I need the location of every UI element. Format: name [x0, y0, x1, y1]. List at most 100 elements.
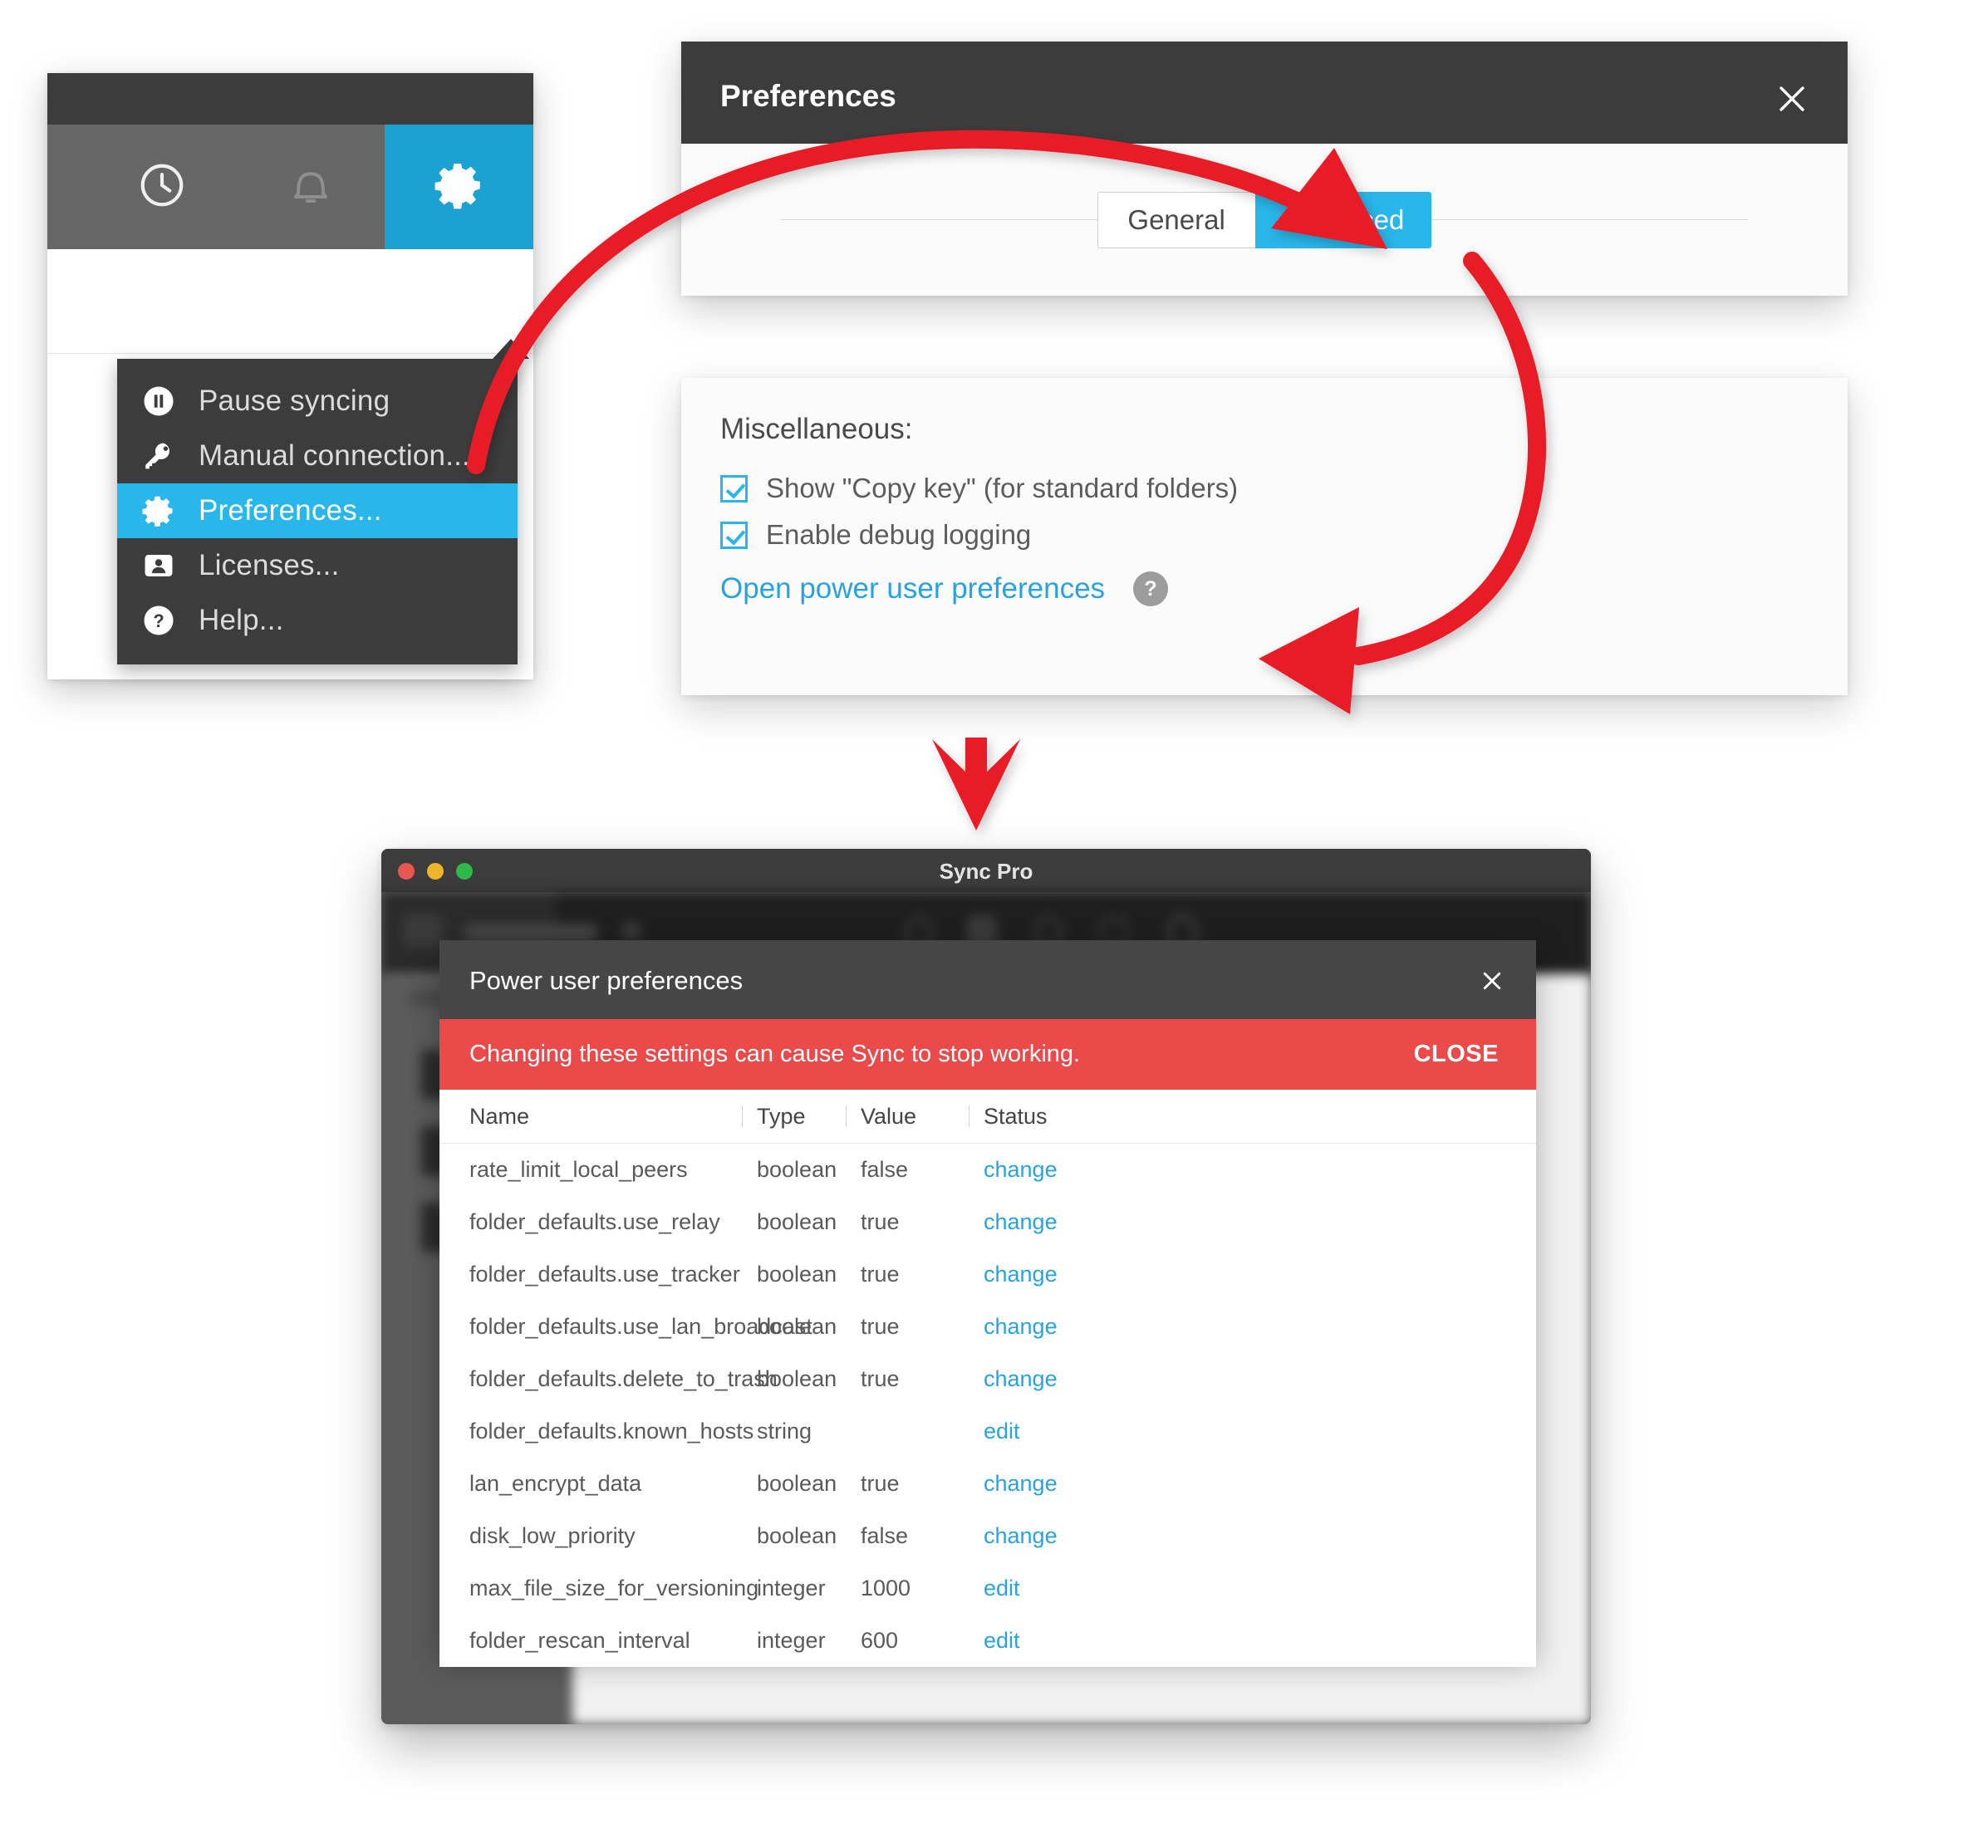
menu-item-label: Licenses...	[199, 549, 340, 581]
status-action-link[interactable]: edit	[984, 1628, 1150, 1654]
tray-titlebar	[47, 73, 533, 125]
settings-button[interactable]	[385, 125, 533, 249]
cell-type: boolean	[757, 1157, 837, 1182]
checkbox-show-copy-key[interactable]	[720, 474, 748, 502]
clock-icon	[136, 159, 188, 215]
tray-window: Pause syncing Manual connection... Prefe…	[47, 73, 533, 679]
menu-item-licenses[interactable]: Licenses...	[117, 538, 518, 593]
tab-general[interactable]: General	[1097, 191, 1255, 248]
table-header-row: Name Type Value Status	[439, 1090, 1536, 1144]
status-action-link[interactable]: change	[984, 1523, 1150, 1549]
checkbox-row-show-copy-key[interactable]: Show "Copy key" (for standard folders)	[720, 473, 1238, 504]
cell-name: lan_encrypt_data	[469, 1471, 642, 1496]
cell-name: folder_defaults.known_hosts	[469, 1419, 754, 1444]
status-action-link[interactable]: change	[984, 1471, 1150, 1497]
close-icon[interactable]	[1768, 75, 1816, 123]
cell-value: true	[861, 1209, 900, 1234]
table-row: max_file_size_for_versioning integer 1000 e…	[439, 1562, 1536, 1615]
cell-name: folder_rescan_interval	[469, 1628, 690, 1653]
power-user-titlebar: Power user preferences	[439, 940, 1536, 1019]
cell-type: boolean	[757, 1209, 837, 1234]
sync-pro-titlebar: Sync Pro	[381, 849, 1591, 892]
close-icon[interactable]	[1475, 963, 1509, 998]
cell-value: true	[861, 1262, 900, 1287]
screenshot-canvas: Pause syncing Manual connection... Prefe…	[0, 0, 1988, 1848]
menu-item-manual-connection[interactable]: Manual connection...	[117, 429, 518, 483]
cell-name: folder_defaults.delete_to_trash	[469, 1366, 778, 1391]
menu-item-help[interactable]: ? Help...	[117, 593, 518, 648]
notifications-button[interactable]	[236, 125, 385, 249]
help-icon[interactable]: ?	[1133, 571, 1169, 606]
warning-banner: Changing these settings can cause Sync t…	[439, 1019, 1536, 1090]
tab-group: General Advanced	[1097, 191, 1432, 248]
cell-name: max_file_size_for_versioning	[469, 1576, 759, 1600]
table-row: folder_defaults.use_tracker boolean true ch…	[439, 1248, 1536, 1301]
power-user-link-row: Open power user preferences ?	[720, 571, 1169, 606]
table-row: folder_defaults.use_relay boolean true chan…	[439, 1196, 1536, 1248]
menu-caret	[493, 339, 529, 359]
cell-value: 600	[861, 1628, 899, 1653]
settings-dropdown-menu: Pause syncing Manual connection... Prefe…	[117, 359, 518, 664]
table-row: folder_defaults.use_lan_broadcast boolean…	[439, 1301, 1536, 1353]
tab-advanced[interactable]: Advanced	[1254, 191, 1432, 248]
svg-text:?: ?	[153, 610, 164, 631]
background-toolbar-icon	[622, 922, 641, 940]
status-action-link[interactable]: change	[984, 1209, 1150, 1235]
warning-text: Changing these settings can cause Sync t…	[469, 1041, 1081, 1067]
cell-name: disk_low_priority	[469, 1523, 636, 1548]
cell-type: boolean	[757, 1262, 837, 1287]
status-action-link[interactable]: change	[984, 1314, 1150, 1340]
power-user-preferences-dialog: Power user preferences Changing these se…	[439, 940, 1536, 1667]
menu-item-pause-syncing[interactable]: Pause syncing	[117, 374, 518, 429]
menu-item-preferences[interactable]: Preferences...	[117, 483, 518, 538]
cell-name: folder_defaults.use_lan_broadcast	[469, 1314, 812, 1339]
tab-rule-right	[1431, 219, 1748, 220]
column-header-value: Value	[846, 1104, 984, 1130]
checkbox-label: Show "Copy key" (for standard folders)	[766, 473, 1239, 503]
cell-type: boolean	[757, 1314, 837, 1339]
key-icon	[140, 438, 177, 474]
cell-name: rate_limit_local_peers	[469, 1157, 688, 1182]
dialog-title: Power user preferences	[469, 966, 744, 995]
open-power-user-preferences-link[interactable]: Open power user preferences	[720, 572, 1105, 605]
gear-icon	[140, 493, 177, 529]
table-row: disk_low_priority boolean false change	[439, 1510, 1536, 1562]
cell-type: string	[757, 1419, 812, 1444]
warning-close-button[interactable]: CLOSE	[1414, 1041, 1499, 1068]
status-action-link[interactable]: change	[984, 1157, 1150, 1183]
status-action-link[interactable]: change	[984, 1366, 1150, 1392]
checkbox-enable-debug-logging[interactable]	[720, 521, 748, 549]
checkbox-label: Enable debug logging	[766, 519, 1032, 550]
background-folder-icon	[403, 914, 443, 947]
menu-item-label: Help...	[199, 604, 284, 636]
status-action-link[interactable]: edit	[984, 1419, 1150, 1444]
table-row: folder_defaults.known_hosts string edit	[439, 1405, 1536, 1458]
dialog-title: Preferences	[720, 79, 896, 113]
menu-item-label: Preferences...	[199, 494, 382, 527]
column-header-status: Status	[969, 1104, 1150, 1130]
tab-rule-left	[781, 219, 1097, 220]
table-row: lan_encrypt_data boolean true change	[439, 1458, 1536, 1510]
table-row: folder_defaults.delete_to_trash boolean tr…	[439, 1353, 1536, 1405]
preferences-dialog: Preferences General Advanced	[681, 42, 1848, 296]
license-icon	[140, 547, 177, 584]
cell-value: true	[861, 1314, 900, 1339]
table-body: rate_limit_local_peers boolean false change…	[439, 1144, 1536, 1667]
status-action-link[interactable]: change	[984, 1262, 1150, 1287]
help-icon: ?	[140, 602, 177, 639]
checkbox-row-enable-debug-logging[interactable]: Enable debug logging	[720, 519, 1031, 551]
miscellaneous-panel: Miscellaneous: Show "Copy key" (for stan…	[681, 378, 1848, 695]
preferences-titlebar: Preferences	[681, 42, 1848, 144]
cell-name: folder_defaults.use_relay	[469, 1209, 720, 1234]
preferences-table: Name Type Value Status rate_limit_local_…	[439, 1090, 1536, 1667]
arrow-down-to-sync-pro-window	[932, 738, 1020, 831]
history-button[interactable]	[87, 125, 236, 249]
window-title: Sync Pro	[939, 859, 1033, 884]
pause-icon	[140, 383, 177, 419]
cell-type: boolean	[757, 1366, 837, 1391]
status-action-link[interactable]: edit	[984, 1576, 1150, 1601]
column-header-name: Name	[469, 1103, 530, 1129]
miscellaneous-heading: Miscellaneous:	[720, 413, 913, 445]
divider	[47, 353, 533, 354]
menu-item-label: Pause syncing	[199, 385, 390, 417]
